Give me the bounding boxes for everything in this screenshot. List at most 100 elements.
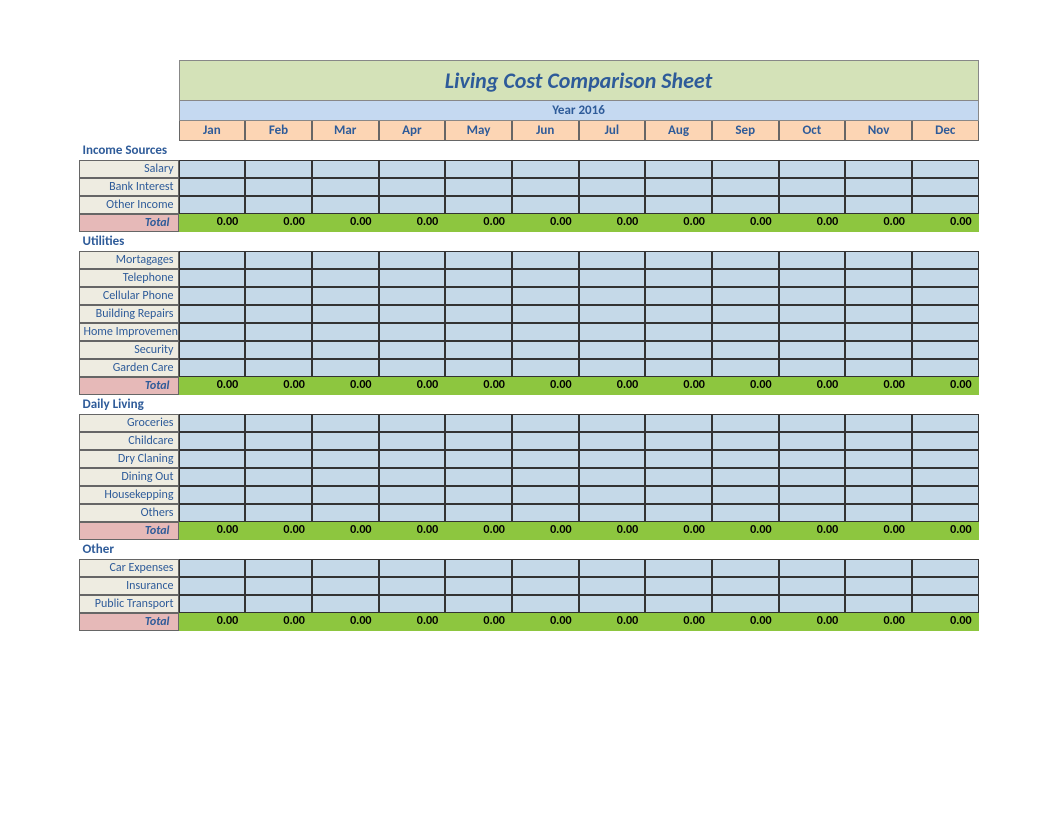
data-cell[interactable] [712,486,779,504]
data-cell[interactable] [245,196,312,214]
data-cell[interactable] [779,305,846,323]
data-cell[interactable] [645,414,712,432]
data-cell[interactable] [712,432,779,450]
data-cell[interactable] [779,341,846,359]
data-cell[interactable] [512,450,579,468]
data-cell[interactable] [779,577,846,595]
data-cell[interactable] [845,323,912,341]
data-cell[interactable] [245,305,312,323]
data-cell[interactable] [245,359,312,377]
data-cell[interactable] [712,450,779,468]
data-cell[interactable] [312,504,379,522]
data-cell[interactable] [712,595,779,613]
data-cell[interactable] [379,432,446,450]
data-cell[interactable] [512,486,579,504]
data-cell[interactable] [312,305,379,323]
data-cell[interactable] [579,251,646,269]
data-cell[interactable] [379,359,446,377]
data-cell[interactable] [245,468,312,486]
data-cell[interactable] [512,359,579,377]
data-cell[interactable] [579,341,646,359]
data-cell[interactable] [445,323,512,341]
data-cell[interactable] [845,414,912,432]
data-cell[interactable] [579,269,646,287]
data-cell[interactable] [712,269,779,287]
data-cell[interactable] [245,160,312,178]
data-cell[interactable] [912,595,979,613]
data-cell[interactable] [645,450,712,468]
data-cell[interactable] [845,305,912,323]
data-cell[interactable] [712,251,779,269]
data-cell[interactable] [445,359,512,377]
data-cell[interactable] [512,178,579,196]
data-cell[interactable] [312,160,379,178]
data-cell[interactable] [845,577,912,595]
data-cell[interactable] [845,468,912,486]
data-cell[interactable] [445,504,512,522]
data-cell[interactable] [245,287,312,305]
data-cell[interactable] [312,450,379,468]
data-cell[interactable] [712,504,779,522]
data-cell[interactable] [245,323,312,341]
data-cell[interactable] [379,196,446,214]
data-cell[interactable] [712,196,779,214]
data-cell[interactable] [712,414,779,432]
data-cell[interactable] [179,486,246,504]
data-cell[interactable] [245,595,312,613]
data-cell[interactable] [179,341,246,359]
data-cell[interactable] [445,178,512,196]
data-cell[interactable] [779,178,846,196]
data-cell[interactable] [379,341,446,359]
data-cell[interactable] [579,559,646,577]
data-cell[interactable] [645,504,712,522]
data-cell[interactable] [379,504,446,522]
data-cell[interactable] [312,251,379,269]
data-cell[interactable] [512,432,579,450]
data-cell[interactable] [512,504,579,522]
data-cell[interactable] [779,160,846,178]
data-cell[interactable] [445,341,512,359]
data-cell[interactable] [379,414,446,432]
data-cell[interactable] [645,359,712,377]
data-cell[interactable] [379,269,446,287]
data-cell[interactable] [312,323,379,341]
data-cell[interactable] [245,559,312,577]
data-cell[interactable] [245,486,312,504]
data-cell[interactable] [245,432,312,450]
data-cell[interactable] [245,341,312,359]
data-cell[interactable] [445,160,512,178]
data-cell[interactable] [512,251,579,269]
data-cell[interactable] [579,595,646,613]
data-cell[interactable] [245,450,312,468]
data-cell[interactable] [179,559,246,577]
data-cell[interactable] [379,486,446,504]
data-cell[interactable] [645,323,712,341]
data-cell[interactable] [845,504,912,522]
data-cell[interactable] [179,251,246,269]
data-cell[interactable] [379,559,446,577]
data-cell[interactable] [912,269,979,287]
data-cell[interactable] [912,160,979,178]
data-cell[interactable] [179,595,246,613]
data-cell[interactable] [179,196,246,214]
data-cell[interactable] [379,577,446,595]
data-cell[interactable] [179,160,246,178]
data-cell[interactable] [712,359,779,377]
data-cell[interactable] [179,305,246,323]
data-cell[interactable] [512,577,579,595]
data-cell[interactable] [579,178,646,196]
data-cell[interactable] [912,196,979,214]
data-cell[interactable] [579,432,646,450]
data-cell[interactable] [179,468,246,486]
data-cell[interactable] [645,196,712,214]
data-cell[interactable] [645,160,712,178]
data-cell[interactable] [645,251,712,269]
data-cell[interactable] [579,414,646,432]
data-cell[interactable] [245,504,312,522]
data-cell[interactable] [245,577,312,595]
data-cell[interactable] [779,595,846,613]
data-cell[interactable] [379,178,446,196]
data-cell[interactable] [312,468,379,486]
data-cell[interactable] [645,287,712,305]
data-cell[interactable] [645,559,712,577]
